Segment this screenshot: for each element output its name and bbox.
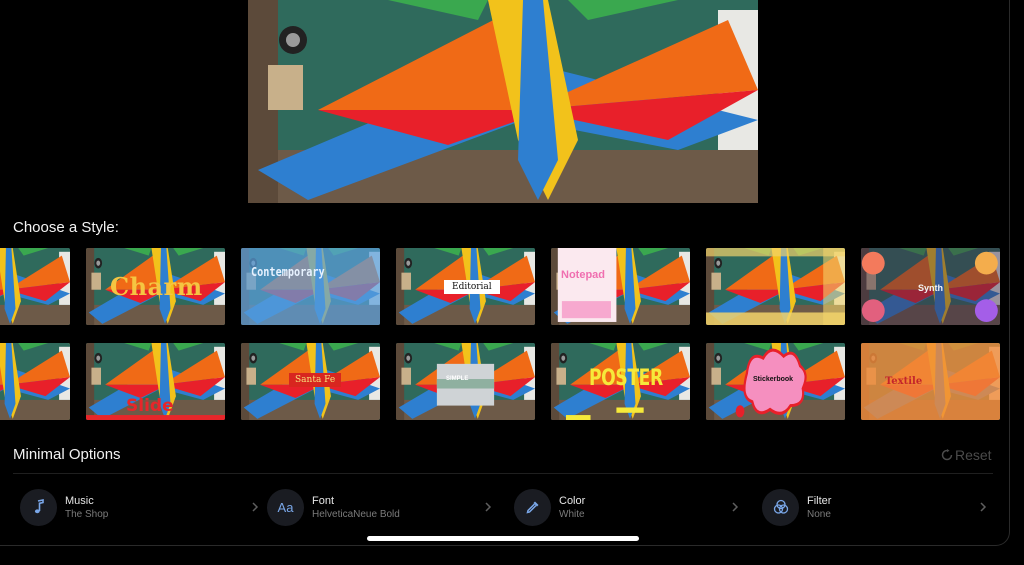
style-label: POSTER [589,366,663,391]
style-thumb-notepad[interactable]: Notepad [551,248,690,325]
style-label: Editorial [444,280,500,294]
thumb-image [0,248,70,325]
option-icon-circle [762,488,799,526]
thumb-image [706,248,845,325]
option-value: The Shop [65,508,109,520]
style-thumb-charm[interactable]: Charm [86,248,225,325]
style-thumb-textile[interactable]: Textile [861,343,1000,420]
video-frame-image [248,0,758,203]
style-label: Santa Fe [289,373,342,387]
home-indicator[interactable] [367,536,639,541]
music-note-icon [34,499,44,514]
options-divider [13,473,993,474]
option-title: Filter [807,494,832,507]
option-font[interactable]: Aa Font HelveticaNeue Bold [267,487,493,527]
eyedropper-icon [525,501,538,514]
style-label: Contemporary [251,265,325,279]
thumb-image [861,343,1000,420]
option-music[interactable]: Music The Shop [20,487,260,527]
thumb-image [0,343,70,420]
style-label: Notepad [561,269,605,281]
style-thumb-partial[interactable] [0,248,70,325]
chevron-right-icon [485,502,492,512]
option-value: None [807,508,831,520]
font-aa-icon: Aa [277,499,294,515]
style-thumb-contemporary[interactable]: Contemporary [241,248,380,325]
reset-button[interactable]: Reset [941,447,992,463]
style-thumb-editorial[interactable]: Editorial [396,248,535,325]
style-thumb-simple[interactable]: SIMPLE [396,343,535,420]
minimal-options-heading: Minimal Options [13,446,121,463]
reset-icon [941,449,953,461]
option-color[interactable]: Color White [514,487,740,527]
style-thumb-slide[interactable]: Slide [86,343,225,420]
filter-circles-icon [773,499,788,514]
style-thumb-shapes[interactable] [706,248,845,325]
option-filter[interactable]: Filter None [762,487,988,527]
option-title: Font [312,494,335,507]
style-label: Textile [885,376,923,387]
style-thumb-stickerbook[interactable]: Stickerbook [706,343,845,420]
thumb-image [551,248,690,325]
style-label: Synth [918,283,944,293]
style-label: SIMPLE [446,376,469,382]
option-title: Music [65,494,94,507]
option-value: HelveticaNeue Bold [312,508,400,520]
style-label: Slide [126,396,174,416]
style-label: Stickerbook [753,376,794,383]
chevron-right-icon [980,502,987,512]
style-thumb-santa-fe[interactable]: Santa Fe [241,343,380,420]
chevron-right-icon [732,502,739,512]
option-title: Color [559,494,586,507]
option-icon-circle [20,488,57,526]
style-thumb-poster[interactable]: POSTER [551,343,690,420]
style-thumb-synth[interactable]: Synth [861,248,1000,325]
thumb-image [241,248,380,325]
option-value: White [559,508,585,520]
choose-style-heading: Choose a Style: [13,219,119,236]
video-preview[interactable] [248,0,758,203]
reset-label: Reset [955,447,992,463]
style-label: Charm [110,272,203,301]
style-grid: Charm Contemporary Editorial Notepad Syn… [0,248,1010,420]
option-icon-circle [514,488,551,526]
option-icon-circle: Aa [267,488,304,526]
style-thumb-selected[interactable] [0,343,70,420]
chevron-right-icon [252,502,259,512]
